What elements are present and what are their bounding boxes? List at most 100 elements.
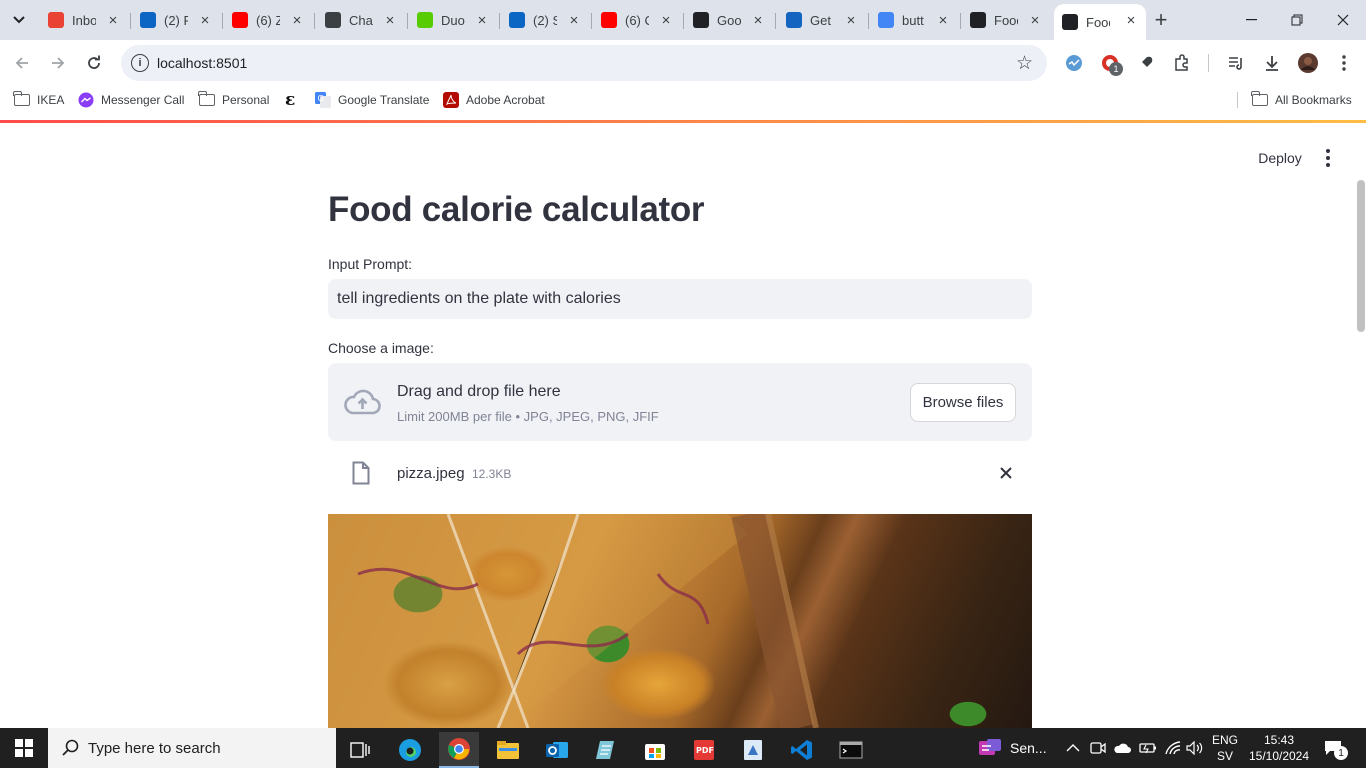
forward-button[interactable] — [46, 51, 70, 75]
extensions-puzzle-icon[interactable] — [1171, 52, 1193, 74]
tab-close-icon[interactable]: × — [659, 12, 673, 29]
tray-camera[interactable] — [1090, 728, 1106, 768]
bookmark-adobe-acrobat[interactable]: Adobe Acrobat — [443, 92, 545, 108]
bookmark-ikea[interactable]: IKEA — [13, 91, 64, 108]
tab-title: butt — [902, 12, 924, 28]
browser-tab[interactable]: Food × — [1054, 4, 1146, 40]
tray-battery[interactable] — [1139, 728, 1157, 768]
taskbar-edge[interactable] — [390, 732, 430, 768]
browse-files-button[interactable]: Browse files — [910, 383, 1016, 422]
minimize-button[interactable] — [1228, 0, 1274, 40]
browser-tab[interactable]: (2) Feed × — [132, 4, 220, 36]
media-control-icon[interactable] — [1225, 52, 1247, 74]
taskbar-outlook[interactable] — [537, 732, 577, 768]
taskbar-terminal[interactable] — [831, 732, 871, 768]
task-view-button[interactable] — [340, 732, 380, 768]
tab-close-icon[interactable]: × — [936, 12, 950, 29]
tray-sender-app[interactable]: Sen... — [978, 728, 1047, 768]
tab-close-icon[interactable]: × — [567, 12, 581, 29]
page-scrollbar[interactable] — [1357, 180, 1365, 332]
browser-tab[interactable]: (6) Z × — [224, 4, 312, 36]
bookmark-label: Personal — [222, 93, 270, 107]
tab-close-icon[interactable]: × — [475, 12, 489, 29]
browser-menu-icon[interactable] — [1333, 52, 1355, 74]
tray-volume[interactable] — [1186, 728, 1204, 768]
bookmark-label: Google Translate — [338, 93, 430, 107]
restore-button[interactable] — [1274, 0, 1320, 40]
pdf-app-icon: PDF — [694, 740, 714, 760]
tab-close-icon[interactable]: × — [383, 12, 397, 29]
battery-icon — [1139, 743, 1156, 754]
extension-badge-icon[interactable]: 1 — [1099, 52, 1123, 76]
browser-tab[interactable]: ChatGPT × — [317, 4, 405, 36]
bookmarks-bar: IKEA Messenger Call Personal ɛ G Google … — [0, 86, 1366, 114]
browser-tab[interactable]: Inbox × — [40, 4, 128, 36]
tab-close-icon[interactable]: × — [751, 12, 765, 29]
show-hidden-icons-button[interactable] — [1066, 728, 1080, 768]
input-prompt-field[interactable] — [328, 279, 1032, 319]
close-window-button[interactable] — [1320, 0, 1366, 40]
extension-badge-count: 1 — [1109, 62, 1123, 76]
address-url[interactable]: localhost:8501 — [157, 55, 247, 71]
tab-close-icon[interactable]: × — [1028, 12, 1042, 29]
all-bookmarks[interactable]: All Bookmarks — [1251, 91, 1352, 108]
browser-tab[interactable]: Get × — [778, 4, 866, 36]
file-dropzone[interactable]: Drag and drop file here Limit 200MB per … — [328, 363, 1032, 441]
bookmark-messenger-call[interactable]: Messenger Call — [78, 92, 184, 108]
back-button[interactable] — [10, 51, 34, 75]
tab-close-icon[interactable]: × — [290, 12, 304, 29]
browser-tab[interactable]: butt × — [870, 4, 958, 36]
main-menu-button[interactable] — [1318, 146, 1338, 170]
language-indicator[interactable]: ENG SV — [1212, 728, 1238, 768]
browser-tab[interactable]: Google × — [685, 4, 773, 36]
taskbar-file-explorer[interactable] — [488, 732, 528, 768]
browser-tab[interactable]: (2) S × — [501, 4, 589, 36]
outlook-icon — [546, 742, 568, 758]
browser-tab[interactable]: (6) C × — [593, 4, 681, 36]
address-bar[interactable]: i localhost:8501 ☆ — [121, 45, 1047, 81]
tab-close-icon[interactable]: × — [198, 12, 212, 29]
rocket-extension-icon[interactable] — [1135, 52, 1157, 74]
browser-tab[interactable]: Duolingo × — [409, 4, 497, 36]
taskbar-notepad-app[interactable] — [586, 732, 626, 768]
bookmark-star-icon[interactable]: ☆ — [1016, 52, 1033, 75]
clock[interactable]: 15:43 15/10/2024 — [1246, 728, 1312, 768]
taskbar-chrome[interactable] — [439, 732, 479, 768]
notification-count: 1 — [1334, 746, 1348, 760]
deploy-button[interactable]: Deploy — [1247, 146, 1313, 170]
e-logo-icon: ɛ — [285, 90, 296, 110]
tab-close-icon[interactable]: × — [844, 12, 858, 29]
tab-search-button[interactable] — [6, 8, 32, 32]
tray-onedrive[interactable] — [1113, 728, 1131, 768]
profile-avatar-icon[interactable] — [1297, 52, 1319, 74]
start-button[interactable] — [0, 728, 48, 768]
download-icon[interactable] — [1261, 52, 1283, 74]
gmail-icon — [48, 12, 64, 28]
bookmark-e-logo[interactable]: ɛ — [285, 90, 308, 110]
taskbar-microsoft-store[interactable] — [635, 732, 675, 768]
clock-date: 15/10/2024 — [1248, 749, 1310, 763]
butterfly-icon — [786, 12, 802, 28]
tab-close-icon[interactable]: × — [106, 12, 120, 29]
restore-icon — [1291, 14, 1303, 26]
bookmark-personal[interactable]: Personal — [198, 91, 270, 108]
reload-button[interactable] — [82, 51, 106, 75]
taskbar-pdf-app[interactable]: PDF — [684, 732, 724, 768]
notepad-icon — [596, 741, 614, 759]
extension-blue-icon[interactable] — [1063, 52, 1085, 74]
new-tab-button[interactable]: + — [1149, 7, 1173, 32]
remove-file-button[interactable] — [996, 463, 1016, 483]
taskbar-search-box[interactable]: Type here to search — [48, 728, 336, 768]
notification-center-button[interactable]: 1 — [1324, 728, 1348, 768]
svg-text:PDF: PDF — [696, 746, 714, 755]
taskbar-image-viewer[interactable] — [733, 732, 773, 768]
site-info-icon[interactable]: i — [131, 54, 149, 72]
taskbar-vscode[interactable] — [782, 732, 822, 768]
bookmark-google-translate[interactable]: G Google Translate — [315, 92, 429, 108]
acrobat-icon — [443, 92, 459, 108]
page-title: Food calorie calculator — [328, 190, 705, 229]
tab-close-icon[interactable]: × — [1124, 12, 1138, 29]
tray-wifi[interactable] — [1164, 728, 1182, 768]
browser-tab[interactable]: Food × — [962, 4, 1050, 36]
chevron-down-icon — [13, 16, 25, 24]
